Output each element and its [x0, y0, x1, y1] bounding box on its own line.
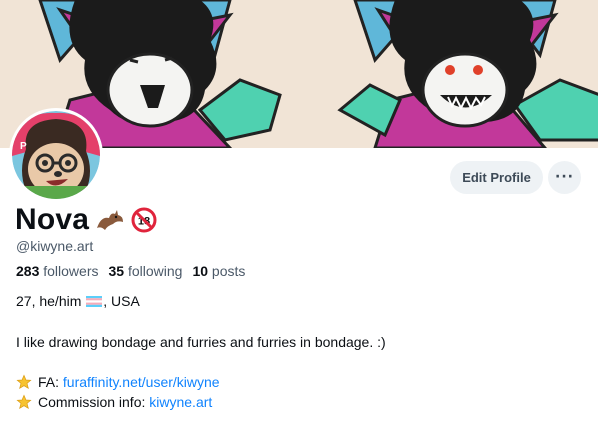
bat-icon [95, 208, 125, 232]
posts-count: 10 [192, 263, 209, 279]
commission-label: Commission info: [38, 394, 146, 410]
no-18-icon: 18 [131, 207, 157, 233]
display-name: Nova [15, 203, 90, 236]
star-icon [16, 394, 32, 410]
following-stat[interactable]: 35 following [109, 263, 183, 279]
commission-link[interactable]: kiwyne.art [149, 394, 212, 410]
fa-label: FA: [38, 374, 60, 390]
bio-location: , USA [103, 293, 140, 309]
posts-label: posts [211, 263, 246, 279]
bio-link-commission: Commission info: kiwyne.art [16, 394, 212, 410]
bio-age-pronouns-line: 27, he/him , USA [16, 293, 140, 309]
display-name-row: Nova 18 [15, 203, 157, 237]
fa-link[interactable]: furaffinity.net/user/kiwyne [63, 374, 220, 390]
followers-label: followers [43, 263, 99, 279]
trans-flag-icon [86, 294, 103, 307]
avatar[interactable]: P [9, 108, 103, 202]
edit-profile-button[interactable]: Edit Profile [450, 161, 543, 194]
bio-description: I like drawing bondage and furries and f… [16, 334, 386, 350]
handle: @kiwyne.art [16, 238, 94, 254]
followers-stat[interactable]: 283 followers [16, 263, 99, 279]
star-icon [16, 374, 32, 390]
following-label: following [127, 263, 183, 279]
more-options-button[interactable]: ··· [548, 161, 581, 194]
posts-stat: 10 posts [192, 263, 245, 279]
profile-stats: 283 followers 35 following 10 posts [16, 263, 245, 279]
followers-count: 283 [16, 263, 40, 279]
bio-link-fa: FA: furaffinity.net/user/kiwyne [16, 374, 220, 390]
following-count: 35 [108, 263, 125, 279]
bio-age-pronouns: 27, he/him [16, 293, 82, 309]
svg-text:P: P [20, 141, 27, 152]
